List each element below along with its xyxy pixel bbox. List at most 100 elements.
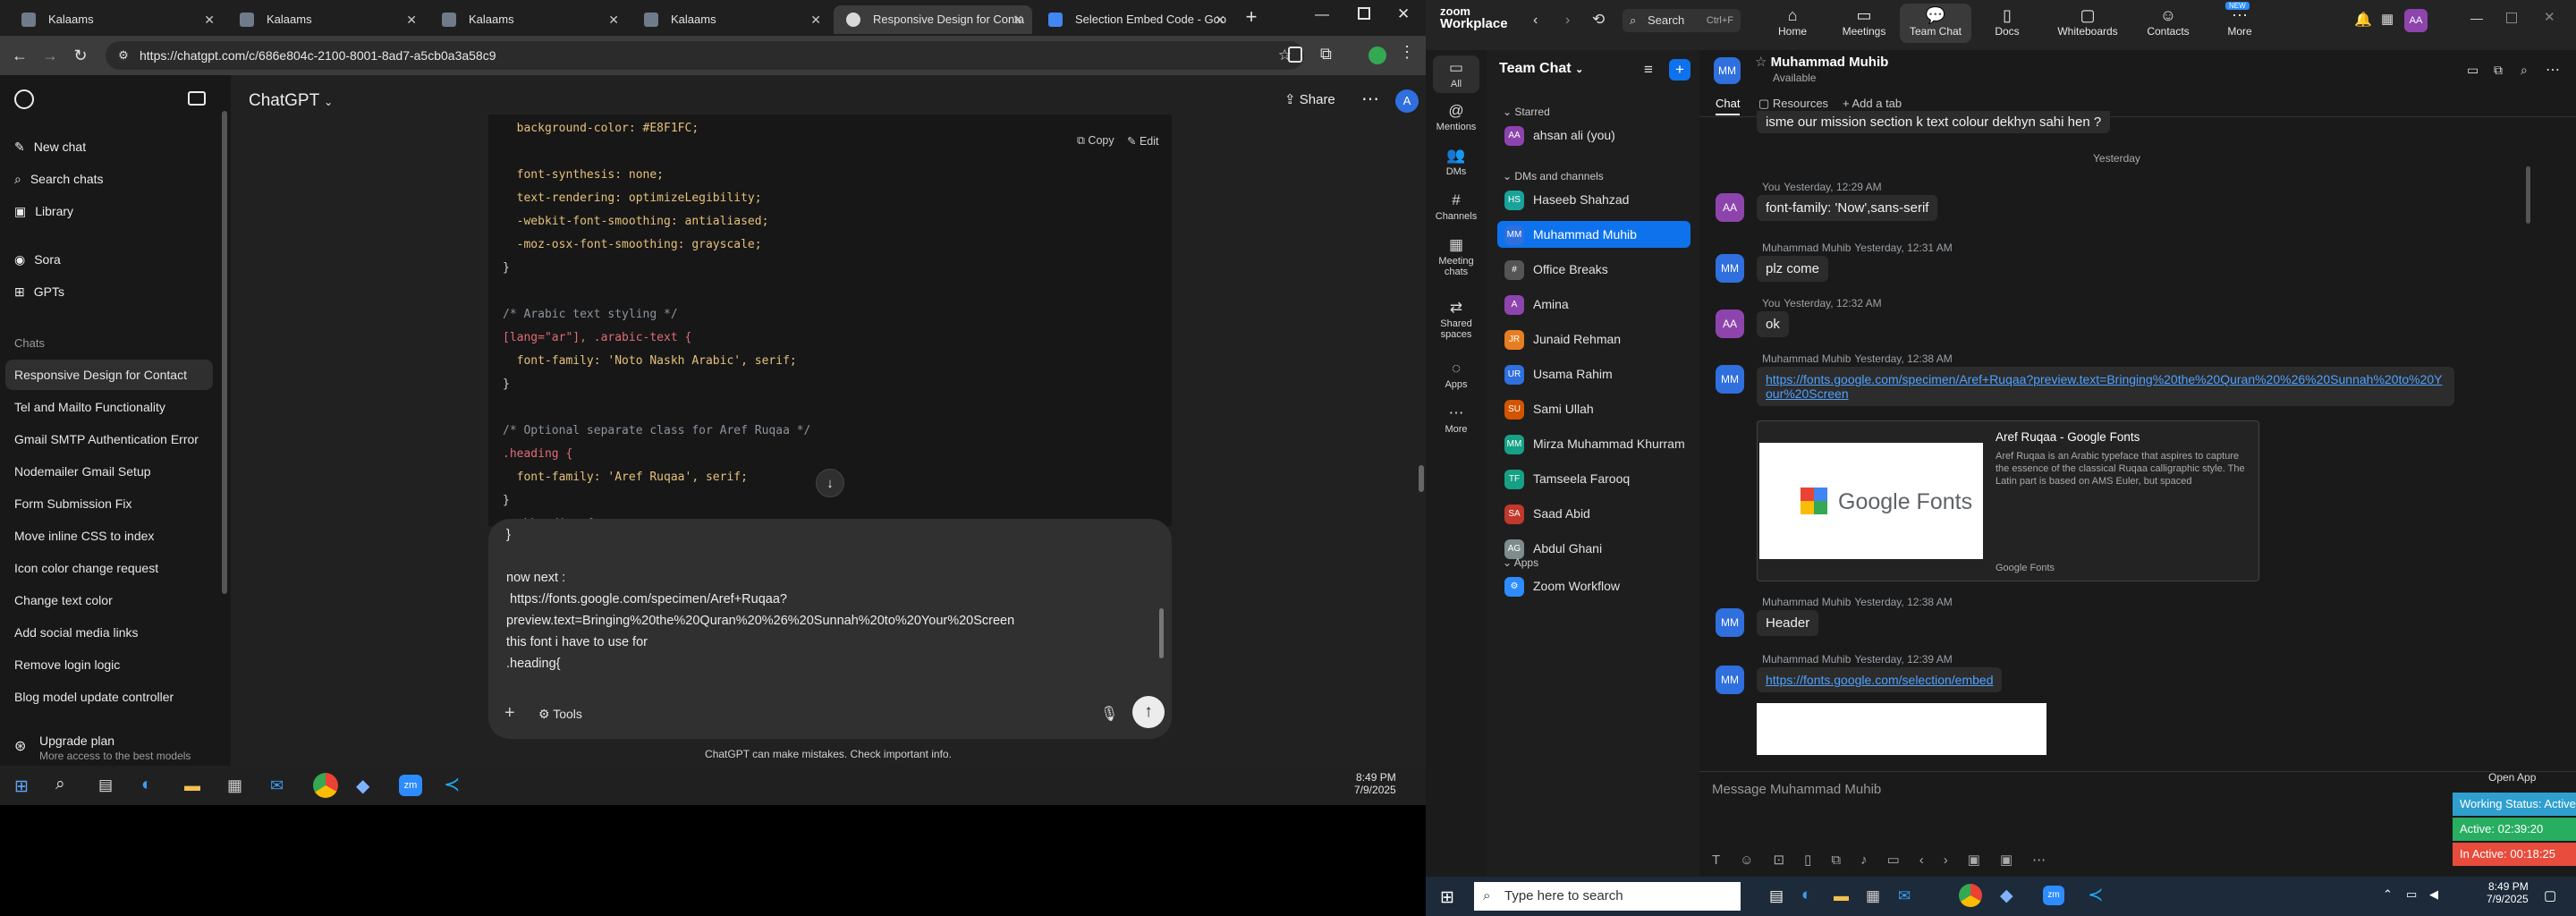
minimize-icon[interactable]: —: [1315, 7, 1329, 23]
nav-more[interactable]: ⋯ More: [2204, 5, 2275, 38]
microphone-icon[interactable]: 🎙: [1100, 705, 1118, 723]
message-link[interactable]: https://fonts.google.com/specimen/Aref+R…: [1757, 367, 2454, 406]
store-icon[interactable]: ▦: [1866, 887, 1880, 905]
rail-dms[interactable]: 👥 DMs: [1426, 147, 1487, 177]
volume-icon[interactable]: ◀: [2429, 887, 2438, 902]
chat-list-item[interactable]: MM Muhammad Muhib: [1497, 221, 1690, 248]
send-button[interactable]: ↑: [1132, 696, 1165, 728]
tab-chat[interactable]: Chat: [1716, 97, 1741, 115]
site-info-icon[interactable]: ⚙: [116, 48, 131, 63]
browser-tab[interactable]: Selection Embed Code - Goo ✕: [1036, 5, 1234, 34]
history-icon[interactable]: ⟲: [1592, 11, 1605, 29]
message-bubble[interactable]: Header: [1757, 610, 1819, 636]
sora-button[interactable]: ◉ Sora: [14, 252, 61, 267]
close-icon[interactable]: ✕: [204, 5, 215, 34]
new-chat-button[interactable]: ✎ New chat: [14, 140, 86, 155]
openai-logo-icon[interactable]: [14, 89, 34, 109]
new-tab-button[interactable]: +: [1238, 5, 1265, 30]
sidebar-toggle-icon[interactable]: [188, 91, 206, 106]
chat-list-item[interactable]: # Office Breaks: [1497, 256, 1690, 283]
system-clock[interactable]: 8:49 PM 7/9/2025: [1354, 771, 1396, 796]
browser-tab[interactable]: Kalaams ✕: [227, 5, 426, 34]
embed-preview-image[interactable]: [1757, 703, 2046, 755]
filter-icon[interactable]: ≡: [1644, 61, 1653, 79]
emoji-icon[interactable]: ☺: [1740, 852, 1773, 868]
chat-history-item[interactable]: Nodemailer Gmail Setup: [5, 456, 213, 487]
search-icon[interactable]: ⌕: [55, 775, 65, 794]
chrome-icon[interactable]: [313, 773, 338, 798]
zoom-app-icon[interactable]: zm: [399, 775, 422, 796]
gif-icon[interactable]: ⊡: [1774, 852, 1805, 868]
message-input[interactable]: Message Muhammad Muhib: [1712, 782, 1881, 797]
chrome-icon[interactable]: [1959, 884, 1982, 907]
vscode-icon[interactable]: ≺: [444, 773, 460, 796]
edge-icon[interactable]: ◐: [1801, 886, 1811, 905]
chat-list-item[interactable]: SU Sami Ullah: [1497, 395, 1690, 422]
chat-list-item[interactable]: UR Usama Rahim: [1497, 360, 1690, 387]
add-tab-button[interactable]: + Add a tab: [1843, 97, 1902, 110]
search-chats-button[interactable]: ⌕ Search chats: [14, 172, 104, 187]
app-icon[interactable]: ▣: [1968, 852, 2000, 868]
close-icon[interactable]: ✕: [406, 5, 417, 34]
browser-tab-active[interactable]: Responsive Design for Conta ✕: [834, 5, 1032, 34]
forward-icon[interactable]: ›: [1565, 13, 1570, 29]
message-bubble[interactable]: isme our mission section k text colour d…: [1757, 111, 2111, 133]
avatar[interactable]: AA: [2404, 9, 2428, 32]
forward-icon[interactable]: →: [39, 45, 61, 66]
chat-history-item[interactable]: Tel and Mailto Functionality: [5, 392, 213, 422]
video-call-icon[interactable]: ▭: [2467, 63, 2479, 78]
back-icon[interactable]: ‹: [1533, 13, 1538, 29]
notification-center-icon[interactable]: ▢: [2544, 887, 2556, 903]
chat-list-item[interactable]: TF Tamseela Farooq: [1497, 465, 1690, 492]
starred-section-header[interactable]: ⌄ Starred: [1503, 106, 1550, 118]
dms-section-header[interactable]: ⌄ DMs and channels: [1503, 170, 1604, 182]
nav-docs[interactable]: ▯ Docs: [1971, 5, 2043, 38]
search-icon[interactable]: ⌕: [2521, 63, 2528, 78]
composer[interactable]: } now next : https://fonts.google.com/sp…: [488, 519, 1172, 739]
chat-history-item[interactable]: Blog model update controller: [5, 682, 213, 712]
conversation-scrollbar[interactable]: [2526, 166, 2530, 224]
maximize-icon[interactable]: [2506, 13, 2517, 23]
chat-history-item[interactable]: Icon color change request: [5, 553, 213, 583]
file-explorer-icon[interactable]: ▬: [184, 776, 200, 795]
avatar[interactable]: A: [1395, 89, 1419, 113]
chat-list-item[interactable]: JR Junaid Rehman: [1497, 326, 1690, 352]
chat-list-item[interactable]: SA Saad Abid: [1497, 500, 1690, 527]
audio-icon[interactable]: ♪: [1860, 852, 1887, 868]
zoom-search-field[interactable]: ⌕ Search Ctrl+F: [1623, 9, 1741, 32]
message-bubble[interactable]: plz come: [1757, 256, 1829, 282]
team-chat-title[interactable]: Team Chat ⌄: [1499, 61, 1583, 77]
more-icon[interactable]: ⋯: [2032, 852, 2065, 868]
chat-history-item[interactable]: Change text color: [5, 585, 213, 615]
open-app-label[interactable]: Open App: [2488, 771, 2536, 784]
chat-list-item[interactable]: A Amina: [1497, 291, 1690, 318]
nav-whiteboards[interactable]: ▢ Whiteboards: [2043, 5, 2132, 38]
reload-icon[interactable]: ↻: [70, 45, 91, 66]
nav-contacts[interactable]: ☺ Contacts: [2132, 5, 2204, 38]
chat-history-item[interactable]: Gmail SMTP Authentication Error: [5, 424, 213, 454]
file-explorer-icon[interactable]: ▬: [1834, 887, 1849, 905]
extensions-icon[interactable]: ⧉: [1320, 45, 1332, 64]
nav-team-chat[interactable]: 💬 Team Chat: [1900, 4, 1971, 43]
format-icon[interactable]: T: [1712, 852, 1740, 868]
chat-list-item[interactable]: MM Mirza Muhammad Khurram: [1497, 430, 1690, 457]
task-view-icon[interactable]: ▤: [98, 776, 113, 794]
conversation-title[interactable]: ☆ Muhammad Muhib: [1755, 54, 1888, 70]
library-button[interactable]: ▣ Library: [14, 204, 73, 219]
gpts-button[interactable]: ⊞ GPTs: [14, 284, 64, 300]
link-preview-card[interactable]: Google Fonts Aref Ruqaa - Google Fonts A…: [1757, 420, 2259, 581]
more-options-icon[interactable]: ⋯: [1361, 88, 1379, 110]
store-icon[interactable]: ▦: [227, 776, 242, 795]
browser-tab[interactable]: Kalaams ✕: [429, 5, 628, 34]
message-bubble[interactable]: ok: [1757, 311, 1789, 337]
nav-meetings[interactable]: ▭ Meetings: [1828, 5, 1900, 38]
browser-menu-icon[interactable]: ⋮: [1399, 43, 1415, 62]
edge-icon[interactable]: ◐: [141, 775, 152, 795]
task-view-icon[interactable]: ▤: [1769, 887, 1784, 905]
chat-history-item[interactable]: Form Submission Fix: [5, 488, 213, 519]
message-bubble[interactable]: font-family: 'Now',sans-serif: [1757, 195, 1938, 221]
rail-meeting-chats[interactable]: ▦ Meeting chats: [1426, 236, 1487, 277]
rail-shared-spaces[interactable]: ⇄ Shared spaces: [1426, 299, 1487, 340]
app2-icon[interactable]: ▣: [2000, 852, 2032, 868]
windows-start-icon[interactable]: ⊞: [14, 776, 29, 797]
